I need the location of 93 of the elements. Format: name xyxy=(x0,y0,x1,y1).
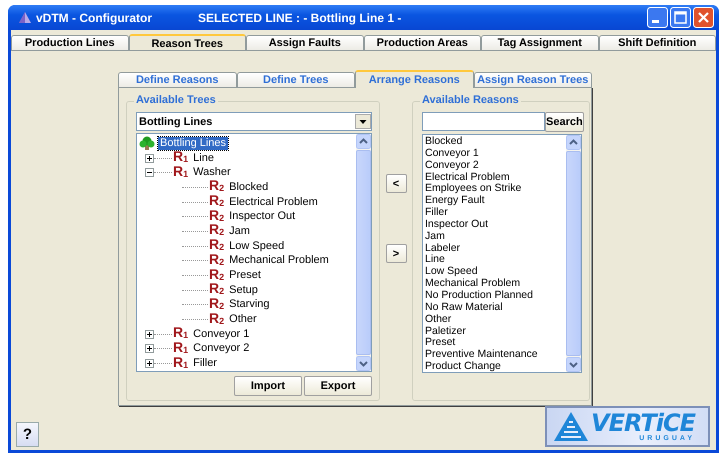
level-label: R$_{1}$ xyxy=(173,340,188,357)
scroll-thumb[interactable] xyxy=(566,151,581,356)
level-label: R$_{2}$ xyxy=(209,223,224,239)
level-label: R$_{2}$ xyxy=(209,268,224,283)
tree-item[interactable]: Other xyxy=(227,313,259,326)
level-label: R$_{2}$ xyxy=(209,238,224,254)
group-title: Available Trees xyxy=(134,94,218,106)
level-label: R$_{2}$ xyxy=(209,296,224,313)
tab[interactable]: Shift Definition xyxy=(598,35,716,50)
level-label: R$_{1}$ xyxy=(173,356,188,371)
tree-item[interactable]: Filler xyxy=(191,357,219,370)
tree-item[interactable]: Setup xyxy=(227,284,260,297)
tree-item[interactable]: Jam xyxy=(227,224,252,238)
tab[interactable]: Production Lines xyxy=(11,35,128,50)
list-item[interactable]: Other xyxy=(425,314,566,326)
list-item[interactable]: Jam xyxy=(425,230,566,243)
subtab[interactable]: Assign Reason Trees xyxy=(474,72,592,87)
level-label: R$_{2}$ xyxy=(209,312,224,328)
expand-icon[interactable] xyxy=(145,344,154,354)
list-item[interactable]: Product Change xyxy=(425,361,566,372)
tree-item[interactable]: Washer xyxy=(191,166,233,180)
tab[interactable]: Tag Assignment xyxy=(481,35,598,50)
close-icon[interactable] xyxy=(693,7,714,28)
list-item[interactable]: Line xyxy=(425,254,566,266)
list-item[interactable]: Employees on Strike xyxy=(425,183,566,196)
subtab[interactable]: Define Reasons xyxy=(118,72,236,87)
tree-dropdown[interactable]: Bottling Lines xyxy=(136,112,372,131)
subtab[interactable]: Define Trees xyxy=(236,72,355,87)
list-item[interactable]: Conveyor 2 xyxy=(425,160,566,172)
tree-item[interactable]: Inspector Out xyxy=(227,210,298,224)
tree-item[interactable]: Low Speed xyxy=(227,240,286,253)
reasons-list[interactable] xyxy=(422,134,582,373)
list-item[interactable]: No Production Planned xyxy=(425,290,566,302)
list-item[interactable]: Inspector Out xyxy=(425,218,566,231)
list-item[interactable]: Filler xyxy=(425,207,566,219)
tab[interactable]: Assign Faults xyxy=(246,35,364,50)
pyramid-icon xyxy=(18,10,32,24)
minimize-icon[interactable] xyxy=(647,7,668,28)
tree-item[interactable]: Starving xyxy=(227,298,272,312)
list-item[interactable]: Conveyor 1 xyxy=(425,148,566,160)
tree-item[interactable]: Bottling Lines xyxy=(158,136,228,150)
tab[interactable]: Reason Trees xyxy=(128,34,246,51)
list-item[interactable]: Paletizer xyxy=(425,326,566,338)
expand-icon[interactable] xyxy=(145,330,154,339)
list-item[interactable]: Labeler xyxy=(425,242,566,254)
logo-name: VERTiCE xyxy=(591,410,695,434)
tree-item[interactable]: Electrical Problem xyxy=(227,196,320,209)
tree-item[interactable]: Conveyor 2 xyxy=(191,342,252,356)
level-label: R$_{2}$ xyxy=(209,282,224,298)
list-item[interactable]: Preset xyxy=(425,337,566,350)
scroll-thumb[interactable] xyxy=(356,150,371,355)
pyramid-logo-icon xyxy=(553,410,589,442)
scroll-up-icon[interactable] xyxy=(356,134,371,149)
level-label: R$_{2}$ xyxy=(209,179,224,195)
level-label: R$_{2}$ xyxy=(209,252,224,269)
tree-item[interactable]: Conveyor 1 xyxy=(191,328,252,341)
level-label: R$_{2}$ xyxy=(209,194,224,210)
tree-view[interactable] xyxy=(136,133,372,372)
selected-line-label: SELECTED LINE : - Bottling Line 1 - xyxy=(198,10,402,24)
level-label: R$_{1}$ xyxy=(173,326,188,342)
list-item[interactable]: Mechanical Problem xyxy=(425,278,566,290)
level-label: R$_{1}$ xyxy=(173,164,188,181)
scroll-down-icon[interactable] xyxy=(356,356,371,371)
scroll-up-icon[interactable] xyxy=(566,135,581,150)
action-button[interactable]: Import xyxy=(234,376,302,396)
level-label: R$_{1}$ xyxy=(173,150,188,166)
scroll-down-icon[interactable] xyxy=(566,357,581,372)
expand-icon[interactable] xyxy=(145,154,154,163)
list-item[interactable]: No Raw Material xyxy=(425,302,566,314)
expand-icon[interactable] xyxy=(145,359,154,368)
list-item[interactable]: Low Speed xyxy=(425,266,566,278)
tab[interactable]: Production Areas xyxy=(364,35,481,50)
collapse-icon[interactable] xyxy=(145,168,154,178)
tree-item[interactable]: Preset xyxy=(227,269,263,282)
help-button[interactable]: ? xyxy=(16,422,39,447)
search-button[interactable]: Search xyxy=(545,112,584,132)
list-item[interactable]: Blocked xyxy=(425,136,566,148)
level-label: R$_{2}$ xyxy=(209,208,224,224)
action-button[interactable]: Export xyxy=(304,376,372,396)
list-item[interactable]: Energy Fault xyxy=(425,195,566,208)
move-button[interactable]: < xyxy=(386,174,406,193)
tree-item[interactable]: Blocked xyxy=(227,180,270,194)
tree-item[interactable]: Line xyxy=(191,152,216,165)
tree-icon xyxy=(139,136,155,150)
window-title: vDTM - Configurator xyxy=(36,10,152,24)
tree-item[interactable]: Mechanical Problem xyxy=(227,254,331,268)
move-button[interactable]: > xyxy=(386,244,406,263)
list-item[interactable]: Electrical Problem xyxy=(425,172,566,184)
list-item[interactable]: Preventive Maintenance xyxy=(425,349,566,362)
subtab[interactable]: Arrange Reasons xyxy=(355,70,474,88)
group-title: Available Reasons xyxy=(420,94,521,106)
maximize-icon[interactable] xyxy=(670,7,691,28)
search-field[interactable] xyxy=(422,112,545,131)
